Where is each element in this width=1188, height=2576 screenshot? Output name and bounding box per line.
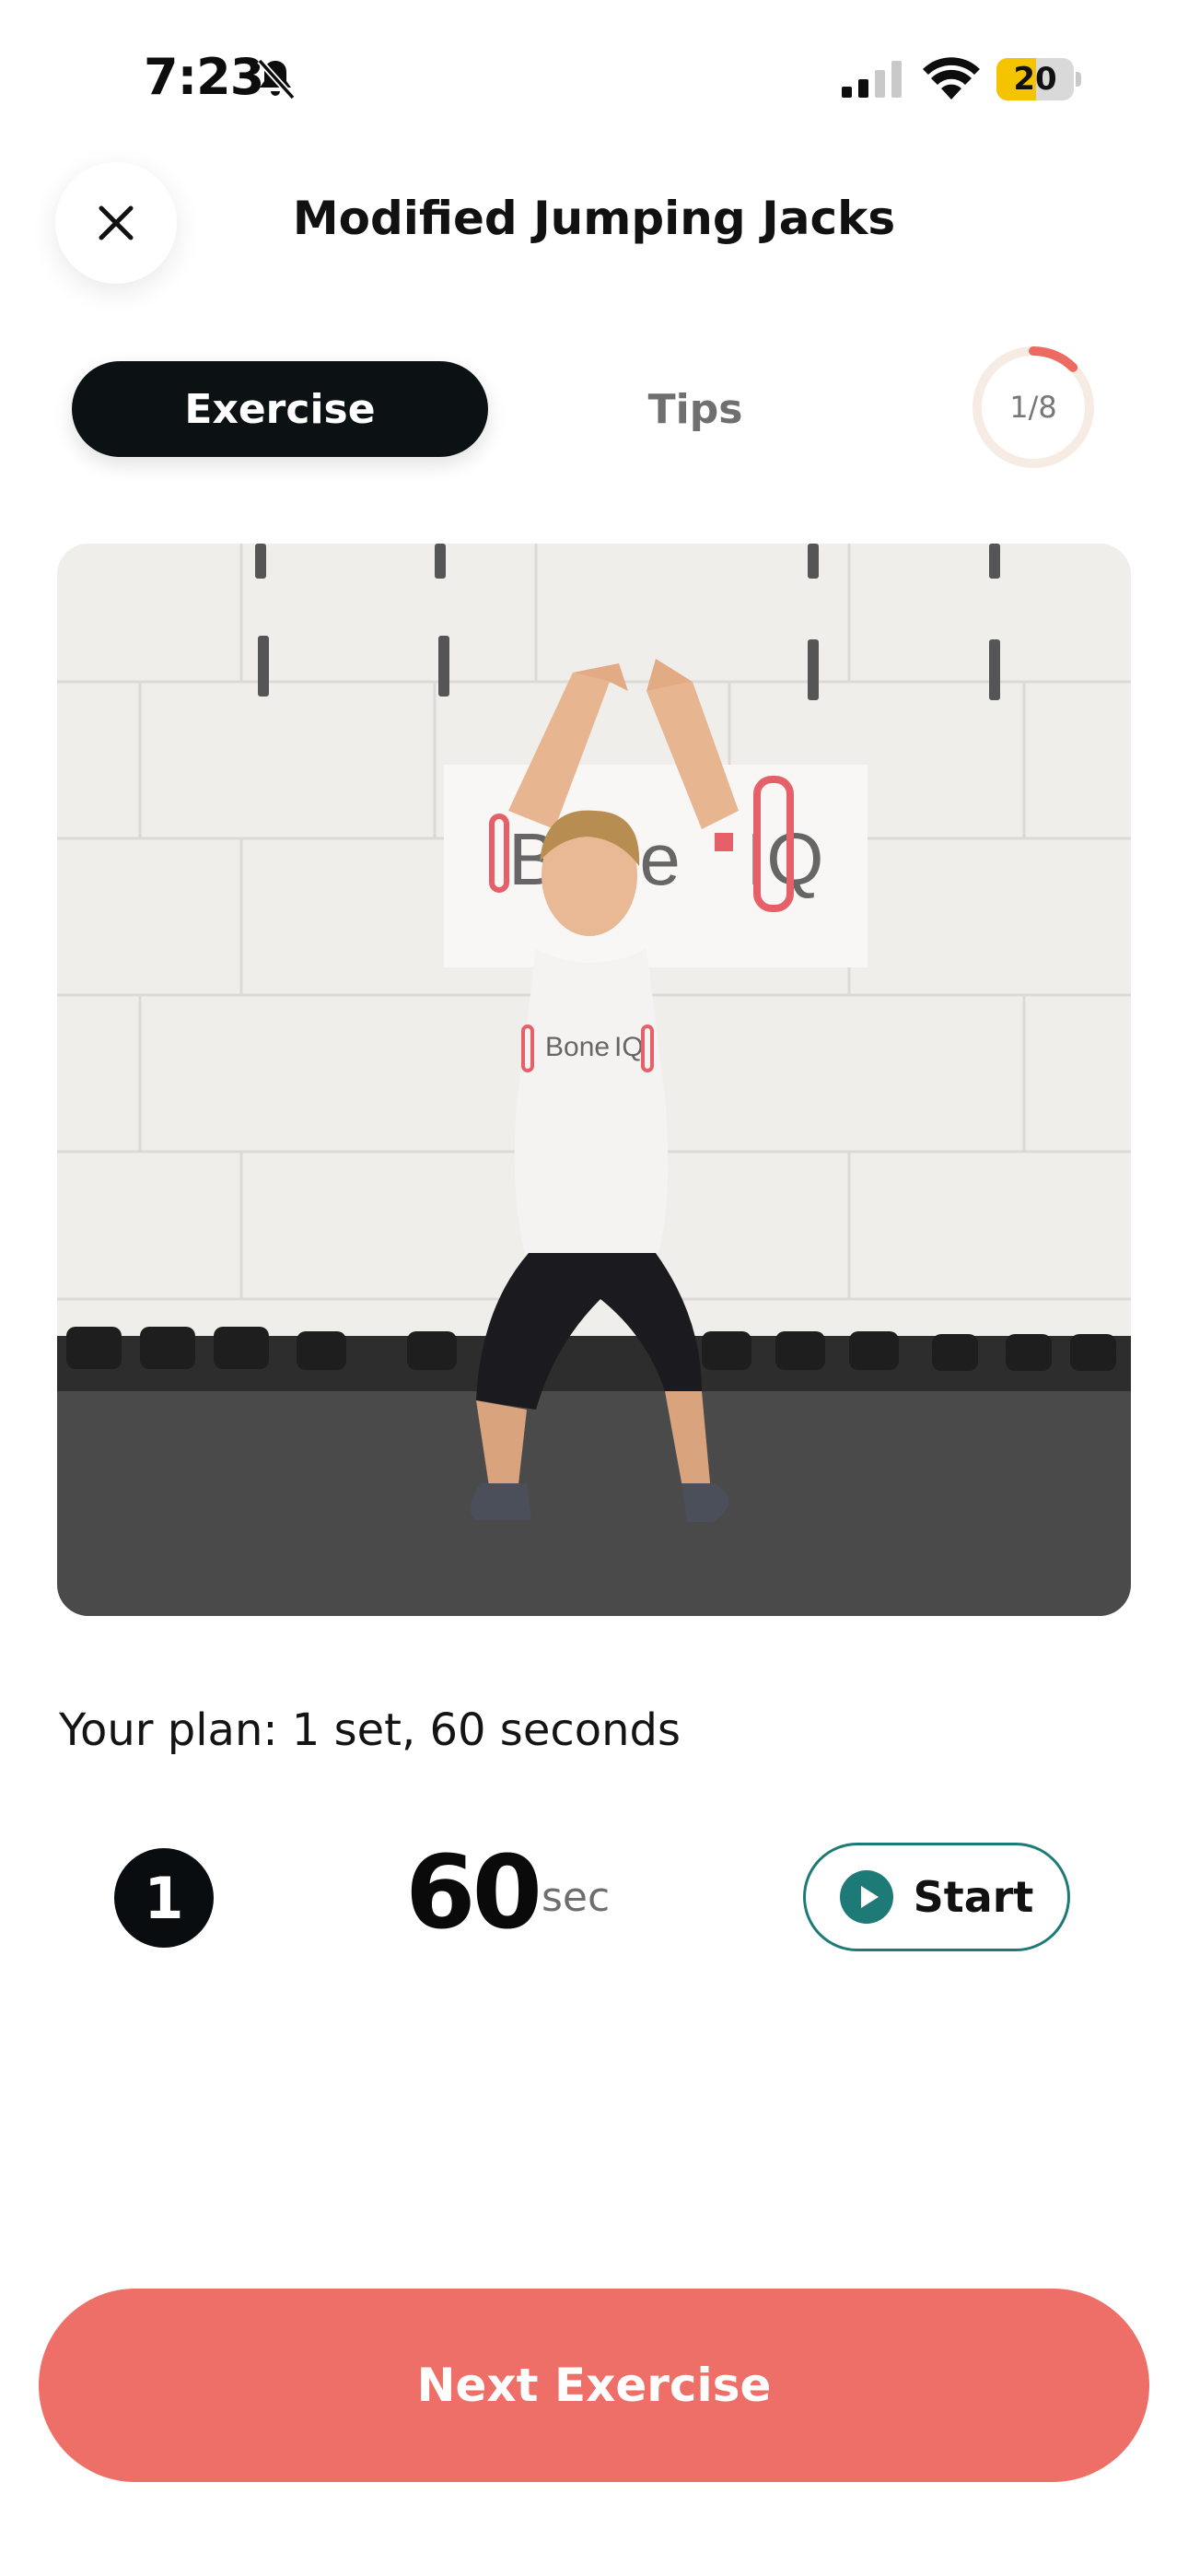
tab-tips[interactable]: Tips — [571, 361, 820, 457]
next-exercise-button[interactable]: Next Exercise — [39, 2289, 1149, 2482]
start-label: Start — [913, 1872, 1034, 1922]
plan-summary: Your plan: 1 set, 60 seconds — [59, 1704, 681, 1756]
page-title: Modified Jumping Jacks — [292, 192, 896, 245]
exercise-video[interactable]: Bone IQ — [57, 544, 1131, 1616]
battery-level: 20 — [1013, 61, 1057, 98]
play-circle-icon — [839, 1870, 893, 1924]
start-timer-button[interactable]: Start — [803, 1843, 1070, 1951]
set-number-badge: 1 — [114, 1848, 214, 1948]
wifi-icon — [923, 57, 980, 100]
tab-exercise[interactable]: Exercise — [72, 361, 488, 457]
svg-text:Bone: Bone — [545, 1032, 610, 1062]
battery-icon: 20 — [996, 58, 1081, 100]
progress-label: 1/8 — [1009, 390, 1057, 425]
cellular-signal-icon — [842, 61, 902, 98]
svg-text:IQ: IQ — [614, 1032, 644, 1062]
status-time: 7:23 — [144, 48, 264, 106]
duration-value: 60 — [405, 1833, 542, 1951]
exercise-progress-ring: 1/8 — [969, 343, 1098, 472]
close-button[interactable] — [55, 162, 177, 284]
duration-unit: sec — [542, 1874, 611, 1921]
close-icon — [99, 205, 134, 240]
bell-slash-icon — [257, 58, 296, 100]
